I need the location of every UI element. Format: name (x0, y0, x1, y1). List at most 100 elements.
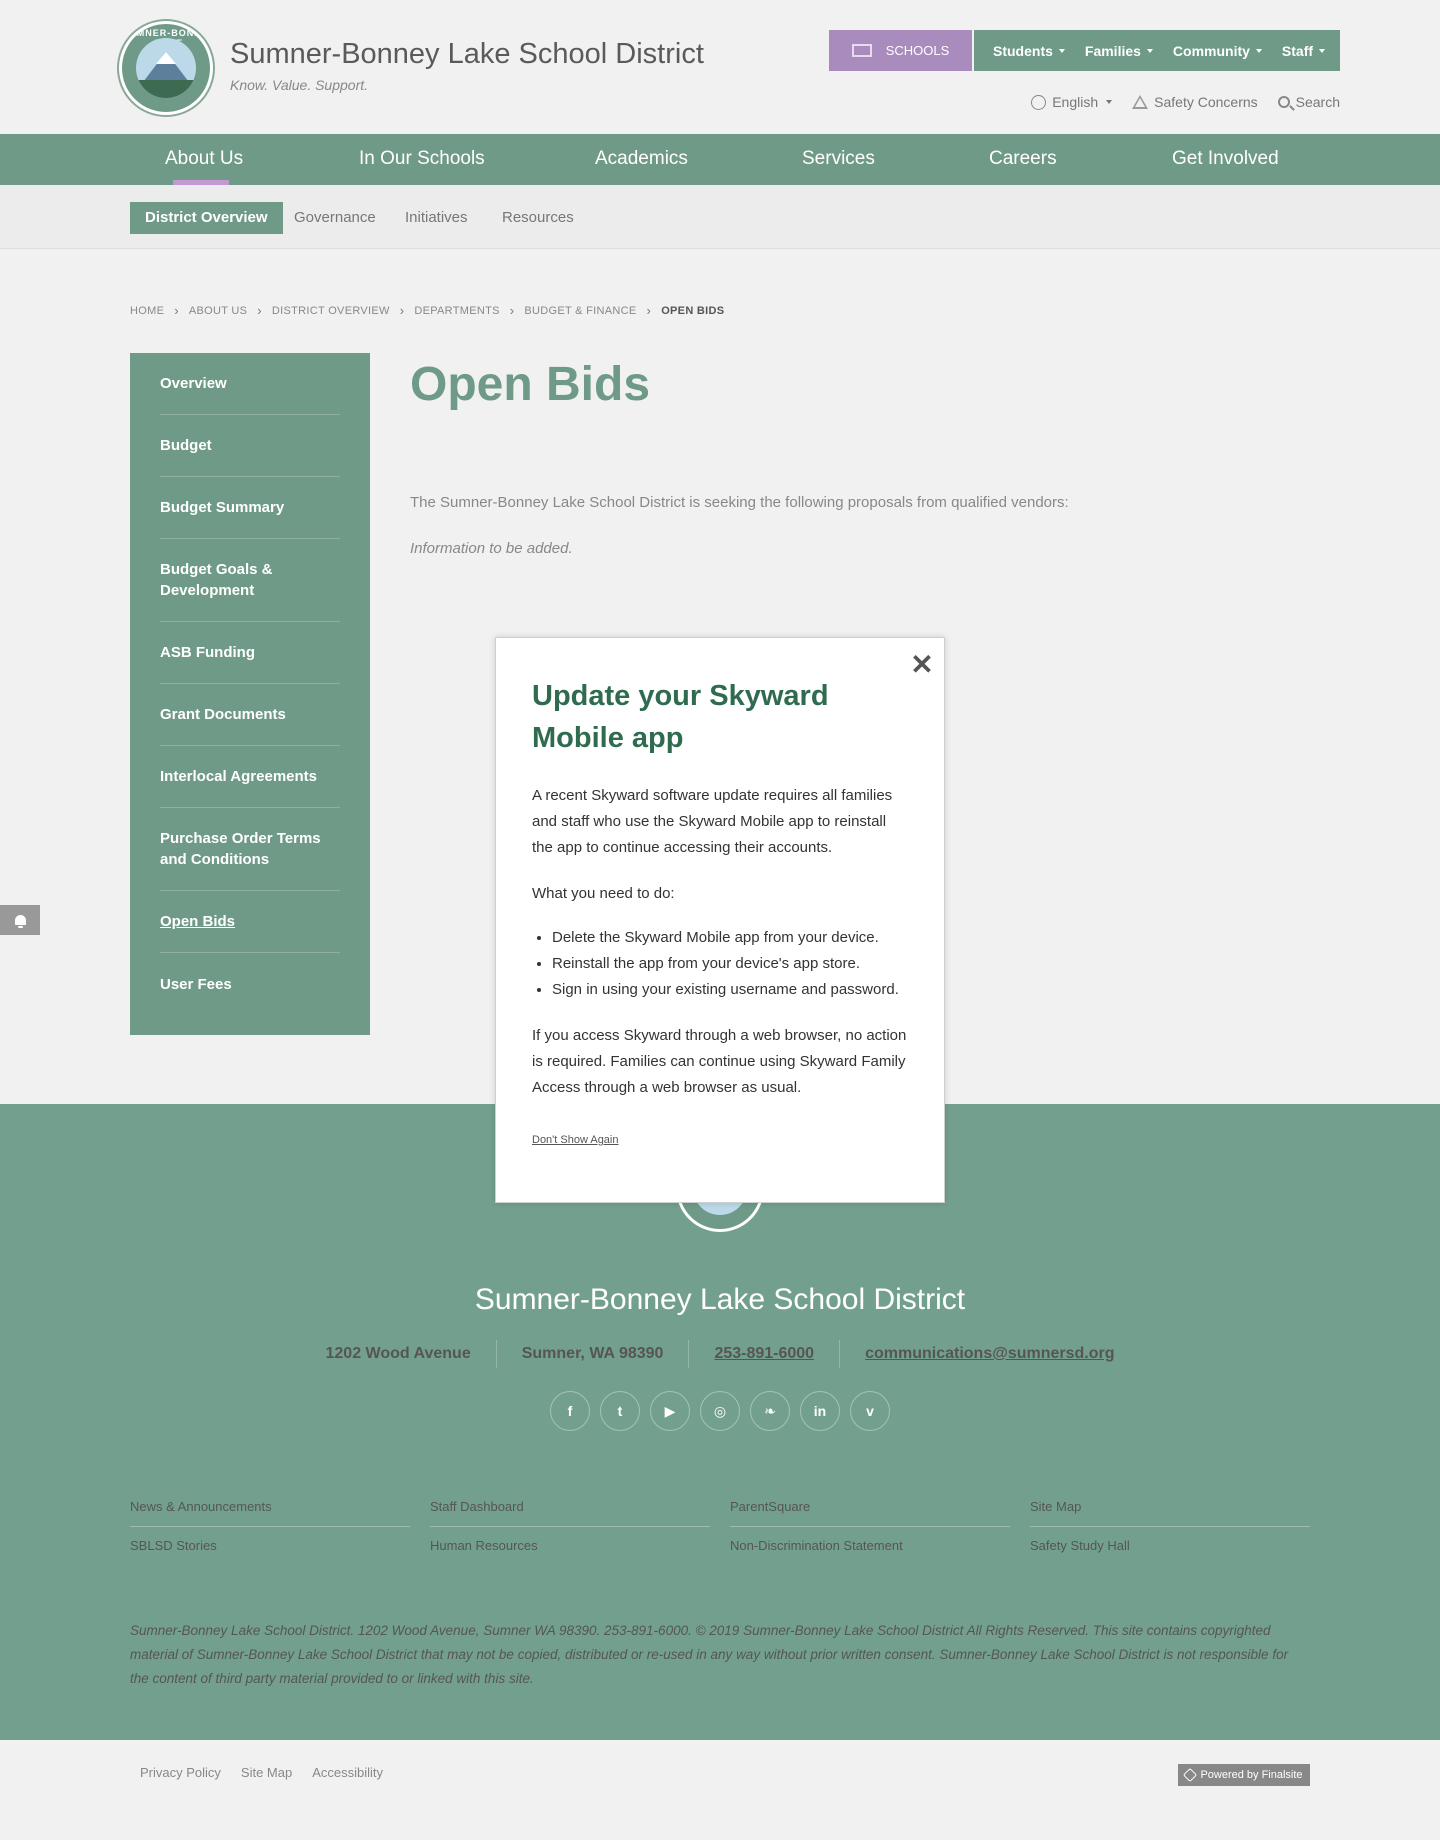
footer-email-link[interactable]: communications@sumnersd.org (865, 1345, 1114, 1362)
audience-staff[interactable]: Staff (1282, 43, 1326, 59)
sidebar-item-open-bids[interactable]: Open Bids (160, 891, 340, 953)
modal-paragraph-2: What you need to do: (532, 885, 675, 902)
caret-down-icon (1058, 48, 1065, 53)
language-selector[interactable]: English (1031, 94, 1113, 110)
instagram-icon[interactable]: ◎ (700, 1391, 740, 1431)
footer-link-safety-study-hall[interactable]: Safety Study Hall (1030, 1527, 1310, 1565)
bottom-links: Privacy Policy Site Map Accessibility (140, 1765, 383, 1780)
footer-link-parentsquare[interactable]: ParentSquare (730, 1488, 1010, 1527)
search-icon (1277, 96, 1290, 108)
schools-button[interactable]: SCHOOLS (829, 30, 972, 71)
breadcrumb-departments[interactable]: DEPARTMENTS (414, 305, 499, 317)
sidebar-item-grant-documents[interactable]: Grant Documents (160, 684, 340, 746)
close-icon[interactable]: ✕ (909, 651, 935, 679)
breadcrumb-current: OPEN BIDS (661, 304, 725, 317)
list-item: Sign in using your existing username and… (552, 977, 908, 1003)
sidebar-item-budget-summary[interactable]: Budget Summary (160, 477, 340, 539)
youtube-icon[interactable]: ▶ (650, 1391, 690, 1431)
subnav-governance[interactable]: Governance (294, 202, 376, 234)
footer-phone-link[interactable]: 253-891-6000 (714, 1345, 814, 1362)
modal-title: Update your Skyward Mobile app (532, 680, 829, 754)
sidebar-item-purchase-order-terms[interactable]: Purchase Order Terms and Conditions (160, 808, 340, 891)
district-logo[interactable]: SUMNER-BONNEY LAKE (119, 21, 213, 115)
site-title[interactable]: Sumner-Bonney Lake School District (230, 38, 704, 71)
breadcrumb-home[interactable]: HOME (130, 305, 164, 317)
sidebar-item-overview[interactable]: Overview (160, 353, 340, 415)
footer-link-non-discrimination[interactable]: Non-Discrimination Statement (730, 1527, 1010, 1565)
finalsite-logo-icon (1183, 1767, 1198, 1783)
subnav-district-overview[interactable]: District Overview (130, 202, 283, 234)
nav-about-us[interactable]: About Us (165, 148, 243, 170)
caret-down-icon (1255, 48, 1262, 53)
chevron-right-icon: › (646, 303, 652, 318)
accessibility-link[interactable]: Accessibility (312, 1765, 383, 1780)
modal-steps-list: Delete the Skyward Mobile app from your … (532, 925, 908, 1003)
bell-icon (14, 915, 26, 928)
nav-academics[interactable]: Academics (595, 148, 688, 170)
privacy-policy-link[interactable]: Privacy Policy (140, 1765, 221, 1780)
list-item: Reinstall the app from your device's app… (552, 951, 908, 977)
caret-down-icon (1106, 100, 1113, 104)
breadcrumb-budget-finance[interactable]: BUDGET & FINANCE (524, 305, 636, 317)
subnav-initiatives[interactable]: Initiatives (405, 202, 468, 234)
utility-links: English Safety Concerns Search (1031, 94, 1340, 110)
peachjar-icon[interactable]: ❧ (750, 1391, 790, 1431)
caret-down-icon (1319, 48, 1326, 53)
chevron-right-icon: › (509, 303, 515, 318)
footer-contact: 1202 Wood Avenue Sumner, WA 98390 253-89… (0, 1340, 1440, 1368)
nav-careers[interactable]: Careers (989, 148, 1057, 170)
social-links: f t ▶ ◎ ❧ in v (0, 1391, 1440, 1431)
breadcrumb-district-overview[interactable]: DISTRICT OVERVIEW (272, 305, 390, 317)
nav-services[interactable]: Services (802, 148, 875, 170)
subnav-resources[interactable]: Resources (502, 202, 574, 234)
intro-text: The Sumner-Bonney Lake School District i… (410, 494, 1069, 511)
skyward-update-modal: ✕ Update your Skyward Mobile app A recen… (495, 637, 945, 1203)
chevron-right-icon: › (399, 303, 405, 318)
breadcrumb: HOME › ABOUT US › DISTRICT OVERVIEW › DEPAR… (130, 303, 724, 318)
list-item: Delete the Skyward Mobile app from your … (552, 925, 908, 951)
linkedin-icon[interactable]: in (800, 1391, 840, 1431)
school-building-icon (851, 44, 872, 57)
notifications-tab[interactable] (0, 905, 40, 935)
chevron-right-icon: › (257, 303, 262, 318)
footer-address: 1202 Wood Avenue (325, 1345, 471, 1362)
sidebar-item-user-fees[interactable]: User Fees (160, 953, 340, 1015)
page-title: Open Bids (410, 358, 651, 411)
main-navigation: About Us In Our Schools Academics Servic… (0, 134, 1440, 185)
facebook-icon[interactable]: f (550, 1391, 590, 1431)
footer-city: Sumner, WA 98390 (495, 1340, 689, 1368)
twitter-icon[interactable]: t (600, 1391, 640, 1431)
sidebar-item-asb-funding[interactable]: ASB Funding (160, 622, 340, 684)
site-header: SUMNER-BONNEY LAKE Sumner-Bonney Lake Sc… (0, 0, 1440, 134)
audience-community[interactable]: Community (1173, 43, 1262, 59)
nav-get-involved[interactable]: Get Involved (1172, 148, 1279, 170)
audience-students[interactable]: Students (993, 43, 1065, 59)
footer-link-sblsd-stories[interactable]: SBLSD Stories (130, 1527, 410, 1565)
globe-icon (1031, 94, 1047, 110)
footer-link-human-resources[interactable]: Human Resources (430, 1527, 710, 1565)
sidebar-item-budget[interactable]: Budget (160, 415, 340, 477)
dont-show-again-link[interactable]: Don't Show Again (532, 1134, 908, 1146)
footer-title: Sumner-Bonney Lake School District (474, 1283, 966, 1316)
bottom-site-map-link[interactable]: Site Map (241, 1765, 292, 1780)
section-sidebar: Overview Budget Budget Summary Budget Go… (130, 353, 370, 1035)
footer-link-site-map[interactable]: Site Map (1030, 1488, 1310, 1527)
modal-paragraph-3: If you access Skyward through a web brow… (532, 1027, 907, 1096)
nav-in-our-schools[interactable]: In Our Schools (359, 148, 485, 170)
caret-down-icon (1146, 48, 1153, 53)
footer-link-staff-dashboard[interactable]: Staff Dashboard (430, 1488, 710, 1527)
powered-by-finalsite[interactable]: Powered by Finalsite (1178, 1764, 1310, 1786)
vimeo-icon[interactable]: v (850, 1391, 890, 1431)
breadcrumb-about-us[interactable]: ABOUT US (189, 305, 247, 317)
search-button[interactable]: Search (1277, 94, 1340, 110)
sub-navigation: District Overview Governance Initiatives… (0, 185, 1440, 249)
sidebar-item-interlocal-agreements[interactable]: Interlocal Agreements (160, 746, 340, 808)
chevron-right-icon: › (174, 303, 179, 318)
audience-families[interactable]: Families (1085, 43, 1153, 59)
footer-link-news[interactable]: News & Announcements (130, 1488, 410, 1527)
audience-menu: Students Families Community Staff (974, 30, 1340, 71)
sidebar-item-budget-goals[interactable]: Budget Goals & Development (160, 539, 340, 622)
footer-links: News & Announcements Staff Dashboard Par… (130, 1488, 1310, 1565)
schools-label: SCHOOLS (885, 43, 950, 58)
safety-concerns-link[interactable]: Safety Concerns (1132, 94, 1258, 110)
